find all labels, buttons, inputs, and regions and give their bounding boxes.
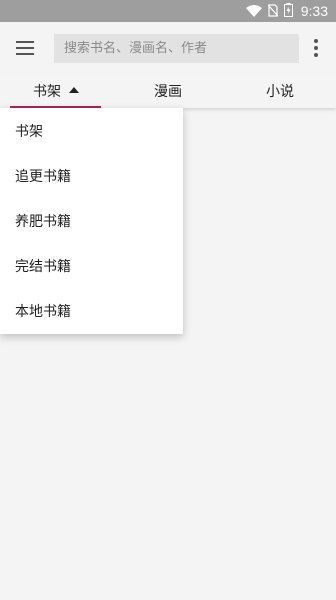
status-bar: 9:33 <box>0 0 336 22</box>
menu-item-completed[interactable]: 完结书籍 <box>0 243 183 288</box>
status-icons: 9:33 <box>245 0 328 22</box>
battery-icon <box>283 2 293 21</box>
more-vert-icon[interactable] <box>308 36 324 60</box>
hamburger-icon[interactable] <box>10 34 40 62</box>
status-time: 9:33 <box>300 3 328 19</box>
tab-bar: 书架 漫画 小说 <box>0 74 336 108</box>
menu-item-following[interactable]: 追更书籍 <box>0 153 183 198</box>
tab-label: 书架 <box>33 84 61 100</box>
search-input[interactable] <box>62 40 291 57</box>
no-sim-icon <box>267 2 279 21</box>
menu-item-stockpile[interactable]: 养肥书籍 <box>0 198 183 243</box>
app-bar <box>0 22 336 74</box>
tab-bookshelf[interactable]: 书架 <box>0 74 112 108</box>
menu-item-local[interactable]: 本地书籍 <box>0 288 183 333</box>
tab-label: 漫画 <box>154 84 182 100</box>
tab-label: 小说 <box>266 84 294 100</box>
bookshelf-dropdown-menu: 书架 追更书籍 养肥书籍 完结书籍 本地书籍 <box>0 108 183 334</box>
wifi-icon <box>245 2 262 21</box>
menu-item-bookshelf[interactable]: 书架 <box>0 108 183 153</box>
caret-up-icon <box>69 87 79 93</box>
tab-novels[interactable]: 小说 <box>224 74 336 108</box>
search-box[interactable] <box>54 34 299 63</box>
tab-comics[interactable]: 漫画 <box>112 74 224 108</box>
